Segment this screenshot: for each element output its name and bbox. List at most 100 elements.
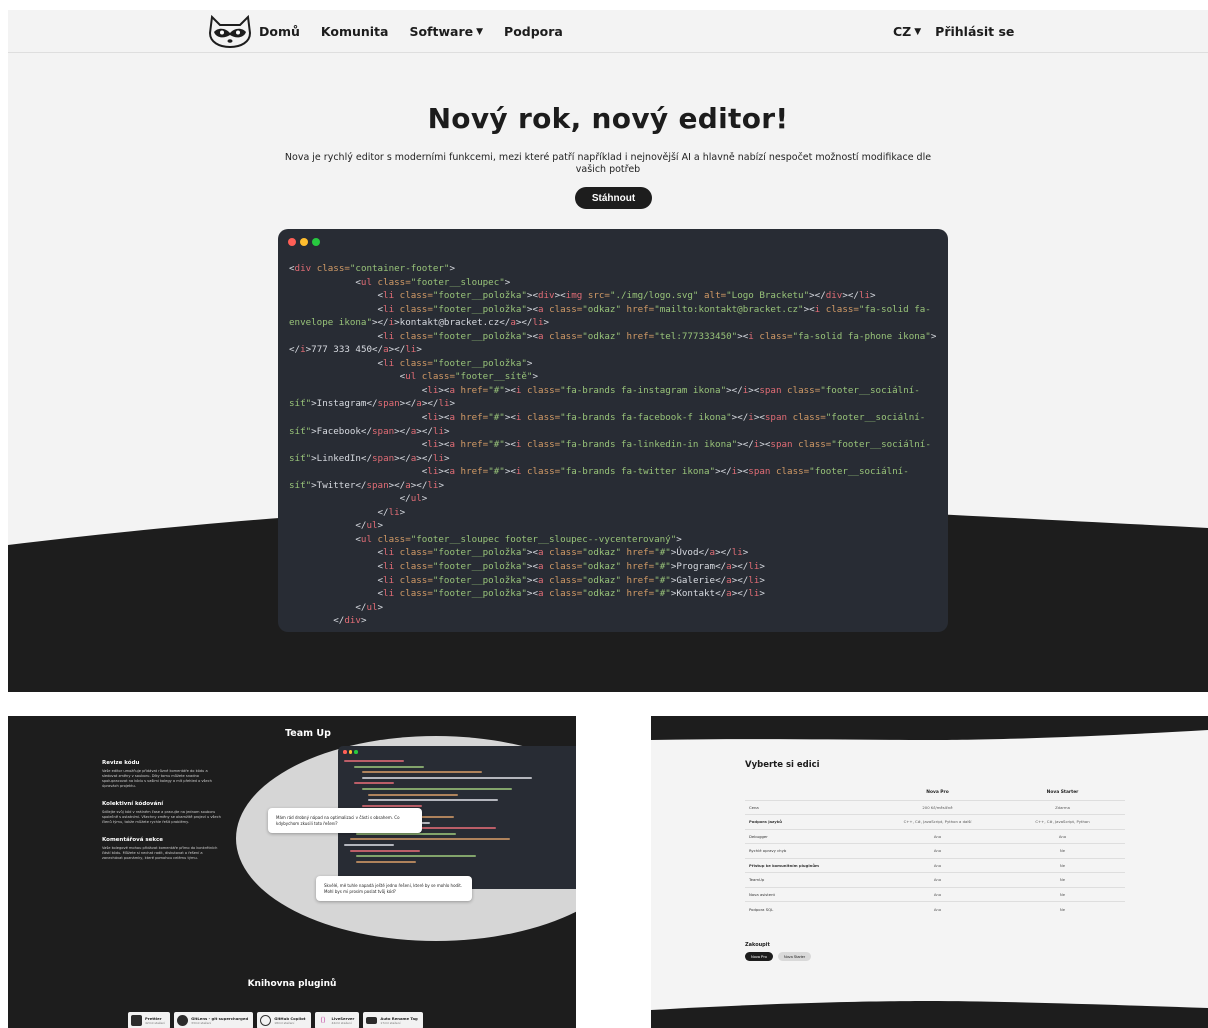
row-label: Rychlé opravy chyb — [745, 843, 875, 858]
table-row: Debugger Ano Ano — [745, 828, 1125, 844]
code-line: envelope ikona"></i>kontakt@bracket.cz</… — [289, 317, 550, 329]
comment-bubble-top: Mám rád drobný nápad na optimalizaci v č… — [268, 808, 422, 833]
table-body: Cena 200 Kč/měsíčně Zdarma Podpora jazyků C+… — [745, 799, 1125, 916]
mini-minimize-dot-icon — [348, 750, 352, 754]
code-line: síť">Instagram</span></a></li> — [289, 398, 456, 410]
prettier-icon — [131, 1015, 142, 1026]
code-line: </ul> — [289, 493, 428, 505]
mini-code-line — [368, 793, 458, 796]
minimize-dot-icon[interactable] — [300, 238, 308, 246]
editions-comparison-table: Nova Pro Nova Starter Cena 200 Kč/měsíčně… — [745, 786, 1125, 916]
table-cell: Ano — [875, 828, 1000, 844]
nav-software-dropdown[interactable]: Software ▼ — [409, 24, 483, 39]
table-row: Cena 200 Kč/měsíčně Zdarma — [745, 799, 1125, 815]
code-line: síť">LinkedIn</span></a></li> — [289, 452, 450, 464]
nav-support[interactable]: Podpora — [504, 24, 563, 39]
code-line: <li class="footer__položka"><div><img sr… — [289, 290, 876, 302]
row-label: Nova asistent — [745, 886, 875, 902]
table-cell: Zdarma — [1000, 799, 1125, 815]
mini-code-line — [344, 843, 394, 846]
table-cell: Ano — [1000, 828, 1125, 844]
table-row: Podpora SQL Ano Ne — [745, 901, 1125, 916]
table-row: Přístup ke komunitním pluginům Ano Ne — [745, 857, 1125, 873]
mini-code-line — [354, 782, 394, 785]
table-cell: Ne — [1000, 901, 1125, 916]
code-line: <ul class="footer__sloupec footer__sloup… — [289, 533, 682, 545]
code-line: </i>777 333 450</a></li> — [289, 344, 422, 356]
code-line: síť">Twitter</span></a></li> — [289, 479, 444, 491]
nav-community[interactable]: Komunita — [321, 24, 389, 39]
code-line: <li class="footer__položka"><a class="od… — [289, 561, 765, 573]
download-button[interactable]: Stáhnout — [575, 187, 652, 209]
caret-down-icon: ▼ — [476, 26, 484, 37]
hero-panel: Domů Komunita Software ▼ Podpora CZ ▼ Přih… — [8, 10, 1208, 692]
language-dropdown[interactable]: CZ ▼ — [893, 24, 921, 39]
code-block: <div class="container-footer"> <ul class… — [289, 262, 937, 628]
row-label: TeamUp — [745, 872, 875, 887]
row-label: Podpora SQL — [745, 901, 875, 916]
nav-home[interactable]: Domů — [259, 24, 300, 39]
navbar: Domů Komunita Software ▼ Podpora CZ ▼ Přih… — [8, 10, 1208, 53]
table-cell: C++, C#, JavaScript, Python — [1000, 814, 1125, 829]
plugin-card-gitlens[interactable]: GitLens - git supercharged 33mil stažení — [174, 1012, 254, 1028]
mini-close-dot-icon — [343, 750, 347, 754]
code-window: <div class="container-footer"> <ul class… — [278, 229, 948, 632]
code-line: <ul class="footer__sloupec"> — [289, 276, 511, 288]
table-cell: Ano — [875, 857, 1000, 873]
buy-nova-pro-button[interactable]: Nova Pro — [745, 952, 773, 961]
maximize-dot-icon[interactable] — [312, 238, 320, 246]
mini-code-line — [350, 838, 510, 841]
bottom-wave-decoration — [651, 1001, 1208, 1028]
mini-maximize-dot-icon — [354, 750, 358, 754]
row-label: Podpora jazyků — [745, 814, 875, 829]
row-label: Debugger — [745, 828, 875, 844]
feature-list: Revize kódu Vaše editor umožňuje přidáva… — [102, 760, 222, 873]
buy-nova-starter-button[interactable]: Nova Starter — [777, 952, 812, 961]
plugins-list: Prettier 42mil stažení GitLens - git supe… — [128, 1012, 423, 1028]
login-link[interactable]: Přihlásit se — [935, 24, 1014, 39]
mini-code-line — [350, 849, 420, 852]
code-line: <li class="footer__položka"><a class="od… — [289, 588, 765, 600]
table-row: Podpora jazyků C++, C#, JavaScript, Pytho… — [745, 814, 1125, 829]
feature-collective-coding: Kolektivní kódování Sdílejte svůj kód v … — [102, 801, 221, 824]
table-cell: Ne — [1000, 872, 1125, 887]
feature-comment-section: Komentářová sekce Vaše kolegové mohou př… — [102, 837, 218, 860]
table-cell: Ano — [875, 886, 1000, 902]
top-wave-decoration — [651, 716, 1208, 740]
mini-code-line — [356, 860, 416, 863]
buy-title: Zakoupit — [745, 942, 770, 948]
row-label: Cena — [745, 799, 875, 815]
plugin-card-liveserver[interactable]: ⟨⟩ LiveServer 42mil stažení — [314, 1012, 360, 1028]
teamup-panel: Team Up Revize kódu Vaše editor umožňuje… — [8, 716, 576, 1028]
plugin-card-copilot[interactable]: GitHub Copilot 18mil stažení — [257, 1012, 311, 1028]
editions-title: Vyberte si edici — [745, 760, 820, 770]
column-nova-pro: Nova Pro — [926, 790, 949, 796]
plugin-card-auto-rename-tag[interactable]: Auto Rename Tag 17mil stažení — [363, 1012, 423, 1028]
mini-code-line — [356, 855, 476, 858]
plugin-card-prettier[interactable]: Prettier 42mil stažení — [128, 1012, 171, 1028]
code-line: <li><a href="#"><i class="fa-brands fa-t… — [289, 466, 909, 478]
window-controls — [288, 238, 320, 246]
code-line: <li><a href="#"><i class="fa-brands fa-l… — [289, 439, 931, 451]
table-cell: C++, C#, JavaScript, Python a další — [875, 814, 1000, 829]
table-cell: Ne — [1000, 857, 1125, 873]
code-line: <li><a href="#"><i class="fa-brands fa-i… — [289, 384, 920, 396]
hero-title: Nový rok, nový editor! — [427, 102, 789, 135]
code-line: </ul> — [289, 601, 384, 613]
mini-code-line — [356, 832, 456, 835]
nav-right: CZ ▼ Přihlásit se — [893, 10, 1014, 53]
code-line: </div> — [289, 615, 367, 627]
plugins-title: Knihovna pluginů — [247, 979, 337, 989]
liveserver-icon: ⟨⟩ — [320, 1016, 326, 1024]
close-dot-icon[interactable] — [288, 238, 296, 246]
table-cell: Ne — [1000, 843, 1125, 858]
table-cell: Ne — [1000, 886, 1125, 902]
code-line: <li class="footer__položka"><a class="od… — [289, 574, 765, 586]
raccoon-logo-icon[interactable] — [208, 15, 252, 49]
nav-links: Domů Komunita Software ▼ Podpora — [259, 10, 563, 53]
table-header-row: Nova Pro Nova Starter — [745, 786, 1125, 800]
code-line: <ul class="footer__sítě"> — [289, 371, 538, 383]
buy-buttons: Nova Pro Nova Starter — [745, 952, 812, 961]
code-line: <li class="footer__položka"><a class="od… — [289, 303, 931, 315]
mini-code-line — [362, 776, 532, 779]
